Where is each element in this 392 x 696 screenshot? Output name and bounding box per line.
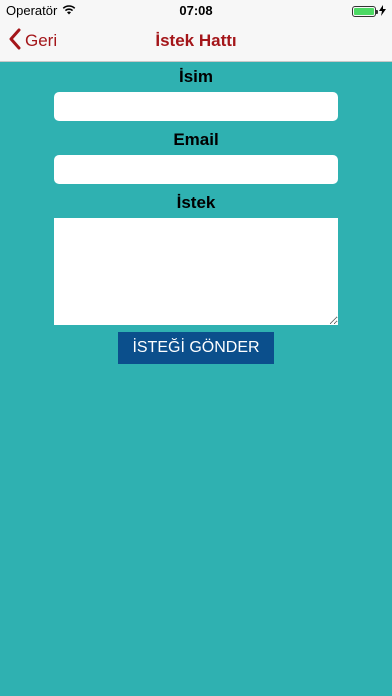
status-bar: Operatör 07:08 bbox=[0, 0, 392, 20]
bolt-icon bbox=[379, 4, 386, 19]
name-field[interactable] bbox=[54, 92, 338, 121]
request-label: İstek bbox=[176, 193, 216, 212]
email-label: Email bbox=[173, 130, 219, 149]
battery-tip bbox=[376, 10, 378, 14]
navigation-bar: Geri İstek Hattı bbox=[0, 20, 392, 62]
battery-level bbox=[354, 8, 374, 15]
battery-icon bbox=[352, 6, 378, 17]
request-textarea[interactable] bbox=[54, 218, 338, 325]
submit-request-button[interactable]: İSTEĞİ GÖNDER bbox=[118, 332, 274, 364]
status-right bbox=[352, 4, 386, 19]
email-field[interactable] bbox=[54, 155, 338, 184]
name-label: İsim bbox=[178, 67, 214, 86]
page-title: İstek Hattı bbox=[155, 31, 237, 50]
request-form: İsim Email İstek İSTEĞİ GÖNDER bbox=[0, 62, 392, 364]
status-time: 07:08 bbox=[179, 3, 213, 18]
